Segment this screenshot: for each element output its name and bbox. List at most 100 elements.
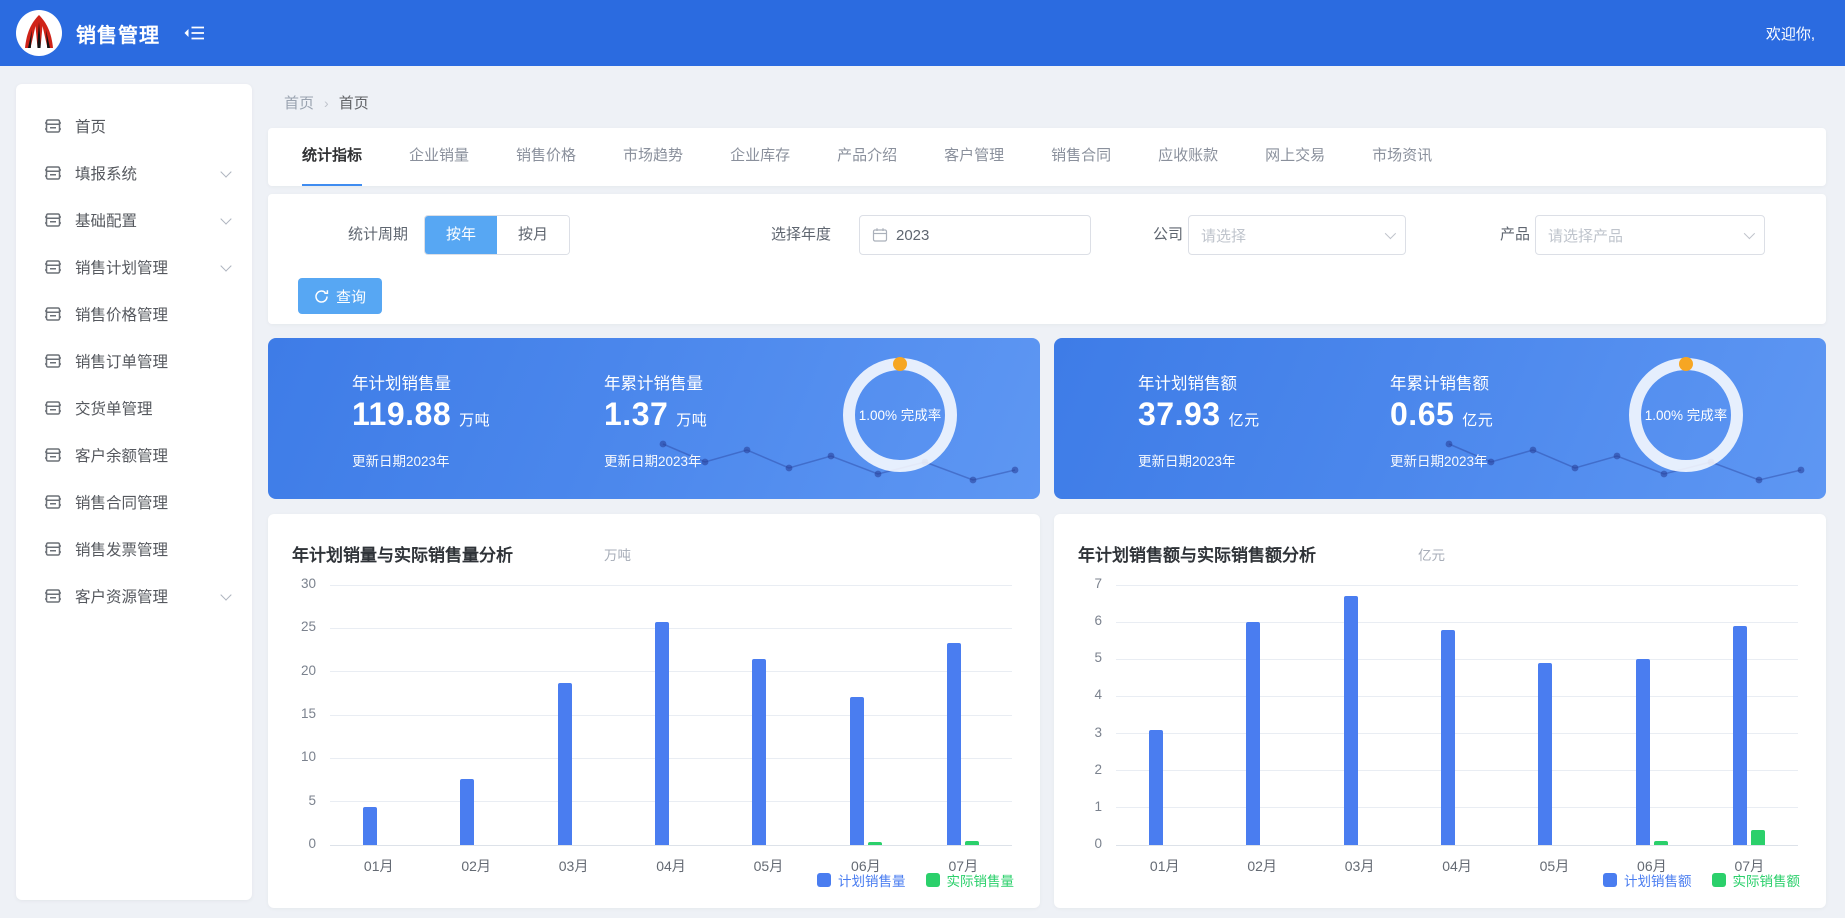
y-axis-tick-label: 3	[1058, 725, 1102, 740]
calendar-icon	[872, 227, 888, 243]
legend-item[interactable]: 计划销售量	[817, 870, 906, 890]
form-icon	[44, 305, 62, 323]
legend-marker	[1603, 873, 1617, 887]
tab-stats[interactable]: 统计指标	[302, 128, 362, 186]
legend-item[interactable]: 实际销售量	[926, 870, 1015, 890]
company-placeholder: 请选择	[1201, 225, 1246, 246]
sidebar-item-customer-balance[interactable]: 客户余额管理	[16, 431, 252, 478]
bar[interactable]	[752, 659, 766, 845]
legend-label: 计划销售量	[838, 870, 906, 890]
company-select[interactable]: 请选择	[1188, 215, 1406, 255]
chevron-down-icon	[220, 260, 231, 271]
y-axis-tick-label: 5	[272, 793, 316, 808]
year-input[interactable]: 2023	[859, 215, 1091, 255]
bar[interactable]	[1733, 626, 1747, 845]
year-value: 2023	[896, 227, 929, 244]
bar[interactable]	[655, 622, 669, 845]
y-axis-tick-label: 7	[1058, 576, 1102, 591]
tab-enterprise-sales-volume[interactable]: 企业销量	[409, 128, 469, 186]
y-axis-tick-label: 15	[272, 706, 316, 721]
form-icon	[44, 540, 62, 558]
bar[interactable]	[868, 842, 882, 845]
bar[interactable]	[850, 697, 864, 845]
y-axis-tick-label: 30	[272, 576, 316, 591]
x-axis-tick-label: 03月	[1345, 856, 1375, 876]
sidebar-item-label: 填报系统	[75, 162, 137, 184]
tab-market-trend[interactable]: 市场趋势	[623, 128, 683, 186]
x-axis-tick-label: 03月	[559, 856, 589, 876]
gridline	[330, 801, 1012, 802]
sidebar-item-customer-resource[interactable]: 客户资源管理	[16, 572, 252, 619]
legend-item[interactable]: 实际销售额	[1712, 870, 1801, 890]
form-icon	[44, 211, 62, 229]
chart-unit-label: 亿元	[1418, 544, 1445, 564]
bar[interactable]	[558, 683, 572, 845]
by-month-button[interactable]: 按月	[497, 216, 569, 254]
tab-receivables[interactable]: 应收账款	[1158, 128, 1218, 186]
y-axis-tick-label: 1	[1058, 799, 1102, 814]
welcome-text: 欢迎你,	[1766, 23, 1815, 44]
actual-volume-update-date: 更新日期2023年	[604, 450, 702, 470]
plan-amount-value: 37.93亿元	[1138, 396, 1260, 433]
chart-legend: 计划销售额实际销售额	[1603, 870, 1800, 890]
company-logo-icon	[16, 10, 62, 56]
amount-analysis-chart-card: 年计划销售额与实际销售额分析 亿元 0123456701月02月03月04月05…	[1054, 514, 1826, 908]
chevron-down-icon	[1385, 228, 1396, 239]
form-icon	[44, 117, 62, 135]
bar[interactable]	[1751, 830, 1765, 845]
tab-market-news[interactable]: 市场资讯	[1372, 128, 1432, 186]
plan-volume-unit: 万吨	[459, 412, 490, 429]
bar[interactable]	[1654, 841, 1668, 845]
plan-amount-unit: 亿元	[1229, 412, 1260, 429]
menu-fold-icon[interactable]	[182, 24, 206, 42]
filter-panel: 统计周期 按年 按月 选择年度 2023 公司 请选择 产品 请选择产品	[268, 194, 1826, 324]
bar[interactable]	[363, 807, 377, 845]
form-icon	[44, 493, 62, 511]
gridline	[330, 671, 1012, 672]
sidebar-item-sales-invoice[interactable]: 销售发票管理	[16, 525, 252, 572]
sidebar-item-sales-plan[interactable]: 销售计划管理	[16, 243, 252, 290]
bar[interactable]	[1344, 596, 1358, 845]
legend-label: 计划销售额	[1624, 870, 1692, 890]
x-axis-tick-label: 01月	[364, 856, 394, 876]
y-axis-tick-label: 20	[272, 663, 316, 678]
tab-sales-price[interactable]: 销售价格	[516, 128, 576, 186]
tab-online-trade[interactable]: 网上交易	[1265, 128, 1325, 186]
period-toggle: 按年 按月	[424, 215, 570, 255]
y-axis-tick-label: 5	[1058, 650, 1102, 665]
sidebar-item-delivery-order[interactable]: 交货单管理	[16, 384, 252, 431]
sidebar-item-sales-order[interactable]: 销售订单管理	[16, 337, 252, 384]
sidebar-item-home[interactable]: 首页	[16, 102, 252, 149]
tab-bar: 统计指标企业销量销售价格市场趋势企业库存产品介绍客户管理销售合同应收账款网上交易…	[268, 128, 1826, 186]
sidebar-item-base-config[interactable]: 基础配置	[16, 196, 252, 243]
breadcrumb: 首页 › 首页	[284, 92, 369, 113]
sidebar-item-sales-contract[interactable]: 销售合同管理	[16, 478, 252, 525]
tab-customer-mgmt[interactable]: 客户管理	[944, 128, 1004, 186]
bar[interactable]	[1636, 659, 1650, 845]
sales-volume-summary-card: 年计划销售量 119.88万吨 更新日期2023年 年累计销售量 1.37万吨 …	[268, 338, 1040, 499]
y-axis-tick-label: 2	[1058, 762, 1102, 777]
bar[interactable]	[947, 643, 961, 845]
sidebar-item-sales-price[interactable]: 销售价格管理	[16, 290, 252, 337]
actual-volume-unit: 万吨	[676, 412, 707, 429]
tab-sales-contract[interactable]: 销售合同	[1051, 128, 1111, 186]
bar[interactable]	[965, 841, 979, 845]
product-select[interactable]: 请选择产品	[1535, 215, 1765, 255]
sidebar-item-report-system[interactable]: 填报系统	[16, 149, 252, 196]
refresh-icon	[314, 289, 329, 304]
gridline	[1116, 585, 1798, 586]
bar[interactable]	[1538, 663, 1552, 845]
bar[interactable]	[1149, 730, 1163, 845]
sidebar-item-label: 客户余额管理	[75, 444, 168, 466]
legend-marker	[1712, 873, 1726, 887]
bar[interactable]	[1246, 622, 1260, 845]
by-year-button[interactable]: 按年	[425, 216, 497, 254]
legend-item[interactable]: 计划销售额	[1603, 870, 1692, 890]
tab-enterprise-inventory[interactable]: 企业库存	[730, 128, 790, 186]
query-button[interactable]: 查询	[298, 278, 382, 314]
chart-legend: 计划销售量实际销售量	[817, 870, 1014, 890]
bar[interactable]	[460, 779, 474, 845]
bar[interactable]	[1441, 630, 1455, 845]
breadcrumb-home[interactable]: 首页	[284, 92, 314, 113]
tab-product-intro[interactable]: 产品介绍	[837, 128, 897, 186]
